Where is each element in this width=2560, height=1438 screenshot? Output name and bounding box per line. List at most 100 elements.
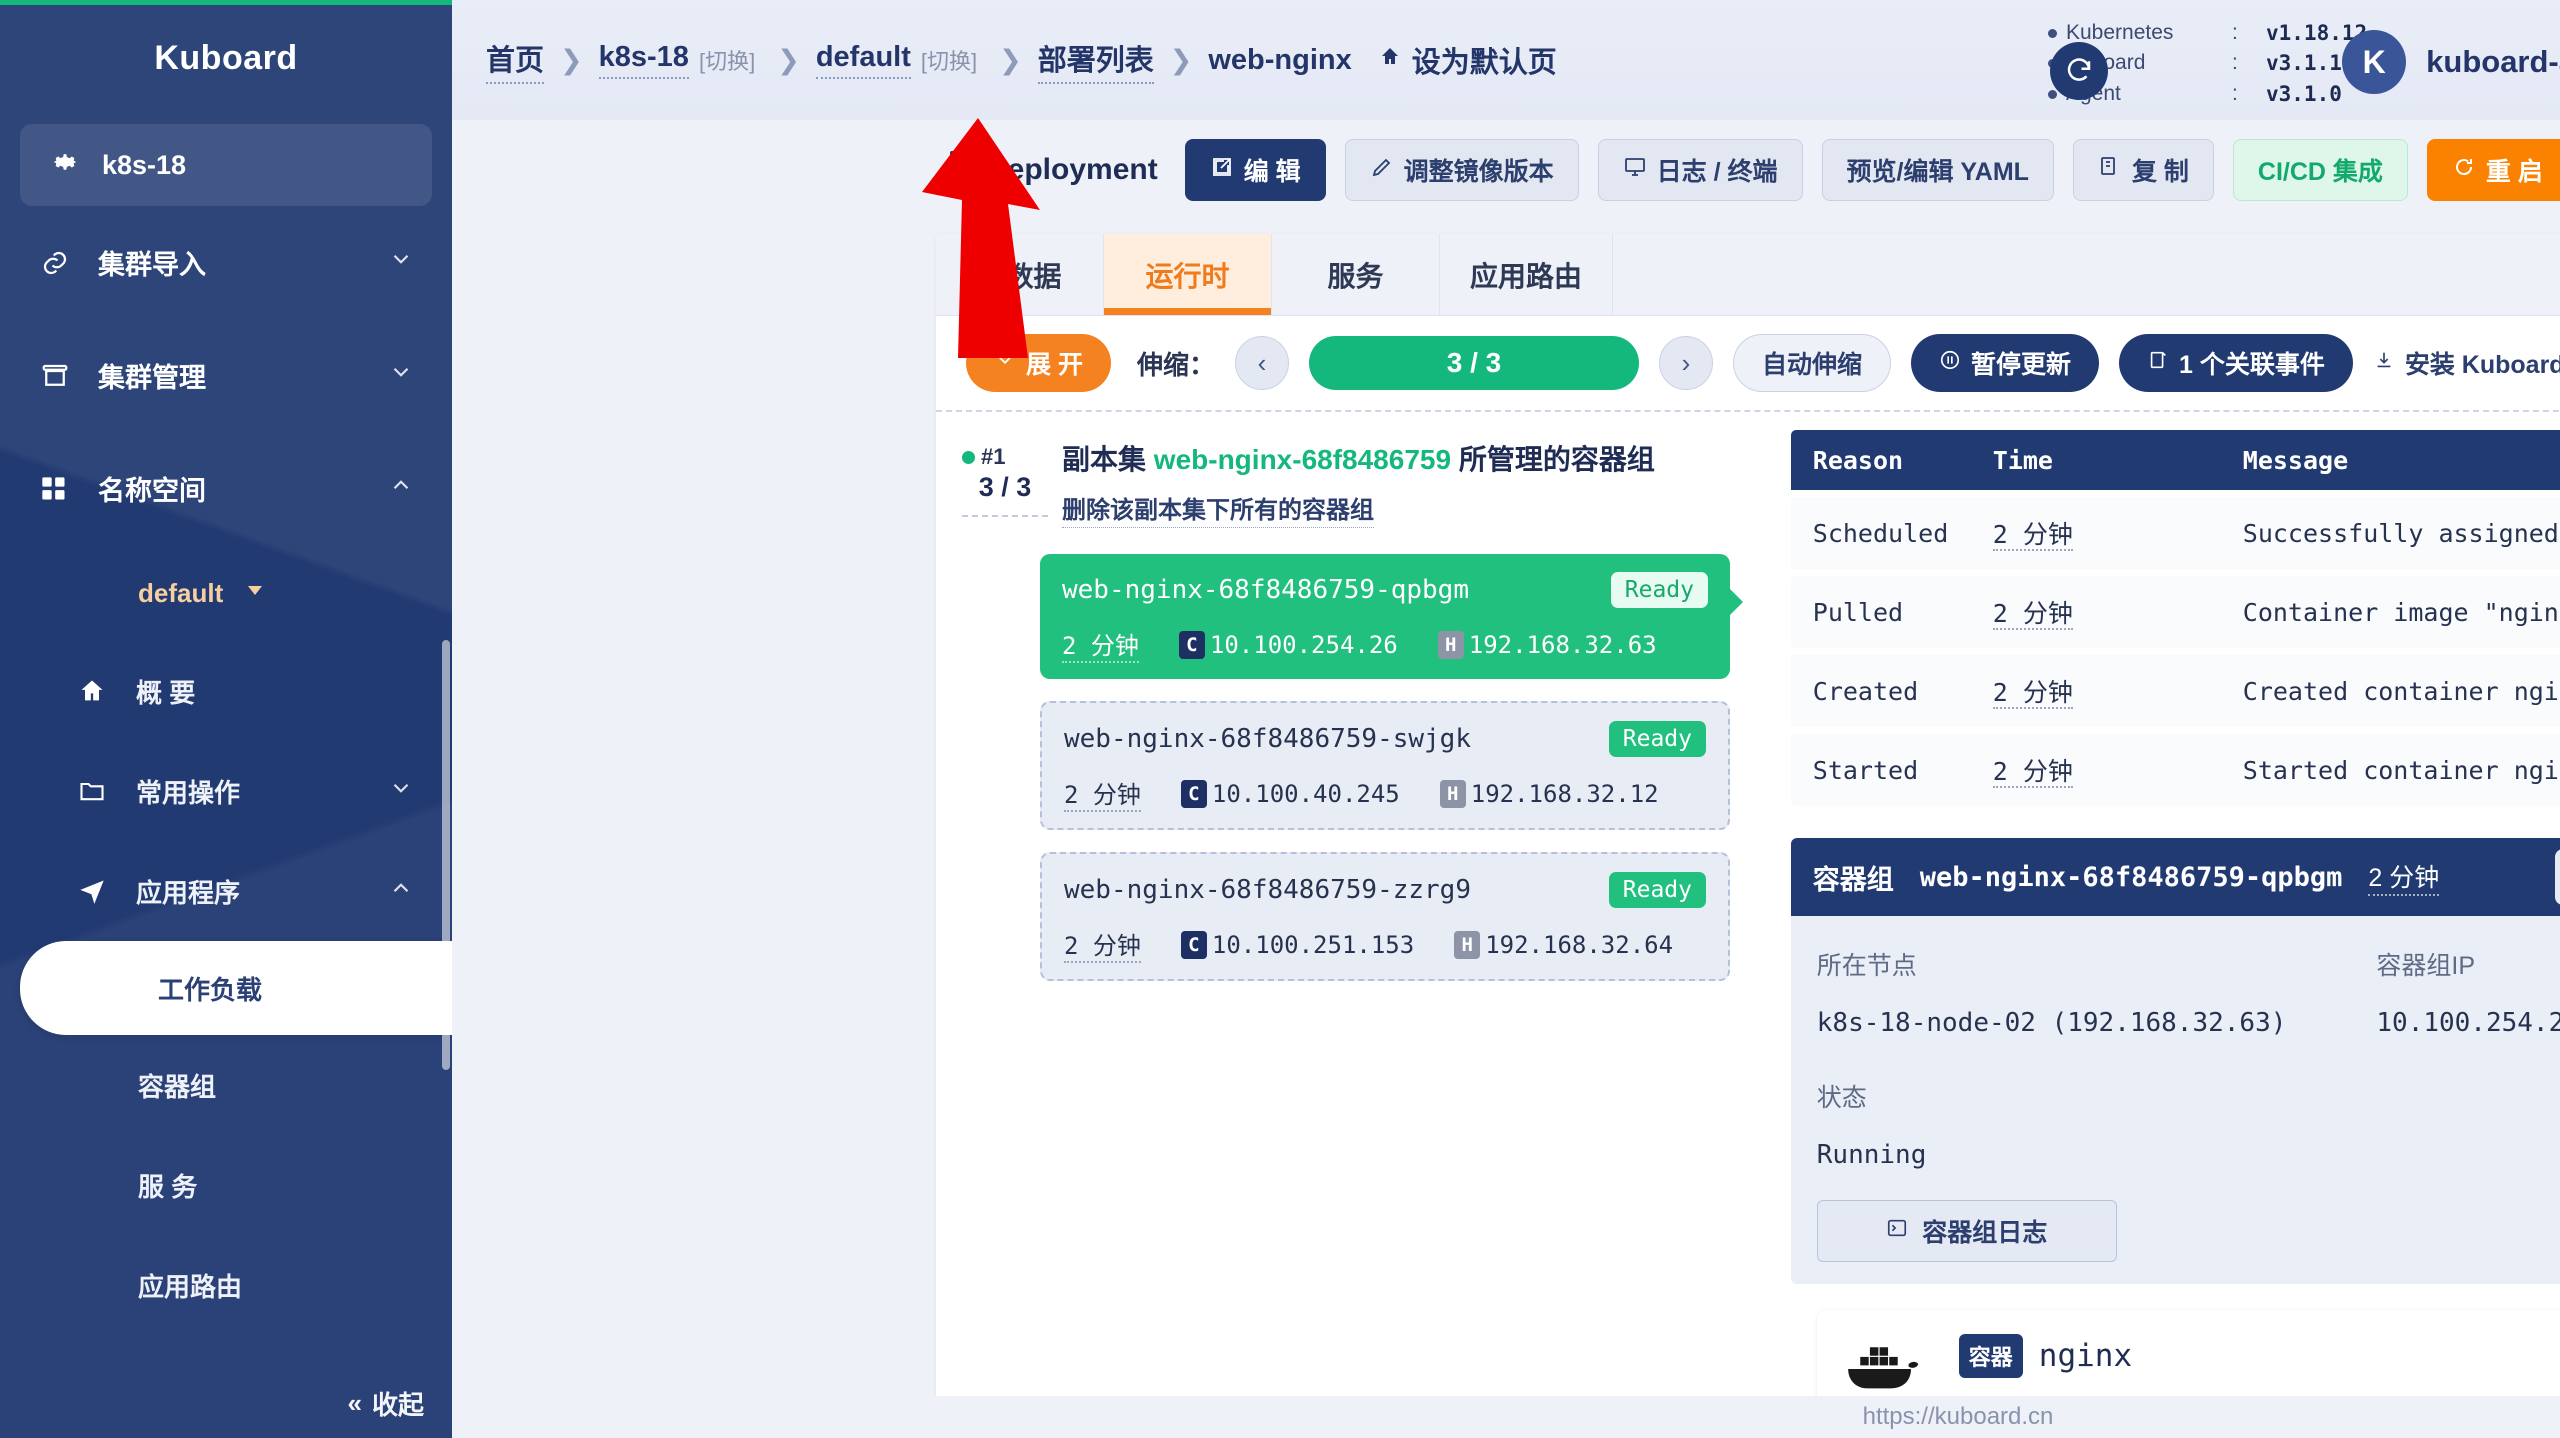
sidebar-item-workloads[interactable]: 工作负载 <box>20 941 452 1035</box>
monitor-icon <box>1623 155 1647 186</box>
refresh-button[interactable] <box>2050 42 2108 100</box>
tab-ingress[interactable]: 应用路由 <box>1440 234 1614 315</box>
sidebar-namespace-selector[interactable]: default <box>0 545 452 641</box>
host-ip: 192.168.32.12 <box>1470 779 1659 808</box>
sidebar-collapse-label: 收起 <box>371 1390 424 1420</box>
user-menu[interactable]: K kuboard-admin ▼ <box>2342 30 2560 94</box>
pod-name: web-nginx-68f8486759-qpbgm <box>1062 575 1469 605</box>
tab-bar: 元数据 运行时 服务 应用路由 <box>936 234 2560 316</box>
replicaset-index-row: #1 <box>962 444 1048 470</box>
host-ip-icon: H <box>1454 930 1481 959</box>
adjust-image-version-button[interactable]: 调整镜像版本 <box>1344 139 1579 201</box>
pod-detail-name: web-nginx-68f8486759-qpbgm <box>1919 861 2343 893</box>
delete-all-pods-link[interactable]: 删除该副本集下所有的容器组 <box>1062 490 1374 528</box>
sidebar-item-pods[interactable]: 容器组 <box>0 1035 452 1135</box>
pod-logs-button[interactable]: 容器组日志 <box>1816 1200 2117 1262</box>
autoscale-button[interactable]: 自动伸缩 <box>1732 334 1891 392</box>
grid-icon <box>40 475 84 503</box>
main-area: 首页 ❯ k8s-18 [切换] ❯ default [切换] ❯ 部署列表 ❯… <box>452 0 2560 1438</box>
tab-metadata[interactable]: 元数据 <box>936 234 1104 315</box>
host-ip: 192.168.32.63 <box>1468 630 1657 659</box>
breadcrumb-deployment-list[interactable]: 部署列表 <box>1037 37 1154 84</box>
edit-button[interactable]: 编 辑 <box>1184 139 1326 201</box>
event-time: 2 分钟 <box>1992 678 2073 709</box>
pod-card[interactable]: web-nginx-68f8486759-zzrg9 Ready 2 分钟 C … <box>1040 852 1730 981</box>
container-row: 0 容器 nginx running <box>1843 1334 2560 1398</box>
sidebar-scrollbar[interactable] <box>442 640 450 1070</box>
replicaset-gutter: #1 3 / 3 <box>962 438 1048 528</box>
sidebar-item-label: 应用路由 <box>138 1271 243 1302</box>
restart-button[interactable]: 重 启 <box>2426 139 2560 201</box>
sidebar-item-ingress[interactable]: 应用路由 <box>0 1235 452 1335</box>
sidebar-item-applications[interactable]: 应用程序 <box>0 841 452 941</box>
copy-button-label: 复 制 <box>2131 158 2189 186</box>
set-default-page-button[interactable]: 设为默认页 <box>1378 39 1557 81</box>
preview-edit-yaml-button[interactable]: 预览/编辑 YAML <box>1821 139 2054 201</box>
chevron-down-icon <box>388 775 414 808</box>
event-time-cell: 2 分钟 <box>1992 594 2243 630</box>
sidebar: Kuboard k8s-18 集群导入 集群管理 名称空间 default 概 … <box>0 0 452 1438</box>
install-kuboard-suite-label: 安装 Kuboard 套件 <box>2404 351 2560 379</box>
sidebar-current-cluster[interactable]: k8s-18 <box>20 124 432 206</box>
sidebar-item-common-ops[interactable]: 常用操作 <box>0 741 452 841</box>
sidebar-collapse-button[interactable]: « 收起 <box>348 1385 424 1422</box>
pod-card-meta: 2 分钟 C 10.100.254.26 H 192.168.32.63 <box>1062 626 1708 663</box>
expand-button[interactable]: 展 开 <box>966 334 1111 392</box>
version-colon: : <box>2232 51 2238 75</box>
table-row[interactable]: Scheduled 2 分钟 Successfully assigned def… <box>1790 497 2560 569</box>
event-reason: Started <box>1812 755 1919 785</box>
events-table-header: Reason Time Message <box>1790 430 2560 490</box>
tab-label: 应用路由 <box>1470 260 1583 292</box>
copy-button[interactable]: 复 制 <box>2072 139 2214 201</box>
breadcrumb-cluster[interactable]: k8s-18 <box>598 41 689 79</box>
pod-status-block: 状态 Running <box>1817 1078 2560 1170</box>
status-badge: Ready <box>1608 721 1706 757</box>
table-row[interactable]: Created 2 分钟 Created container nginx ✕ <box>1790 655 2560 727</box>
pod-card[interactable]: web-nginx-68f8486759-qpbgm Ready 2 分钟 C … <box>1040 554 1743 679</box>
chevron-up-icon <box>388 472 414 505</box>
breadcrumb-namespace[interactable]: default <box>815 41 911 79</box>
host-ip-icon: H <box>1437 630 1464 659</box>
event-time: 2 分钟 <box>1992 599 2073 630</box>
tab-runtime[interactable]: 运行时 <box>1104 234 1272 315</box>
sidebar-item-cluster-manage[interactable]: 集群管理 <box>0 319 452 432</box>
pod-detail-grid: 所在节点 k8s-18-node-02 (192.168.32.63) 容器组I… <box>1817 946 2560 1038</box>
sidebar-item-namespace[interactable]: 名称空间 <box>0 432 452 545</box>
archive-icon <box>40 361 84 391</box>
event-time: 2 分钟 <box>1992 520 2073 551</box>
breadcrumb-home[interactable]: 首页 <box>486 37 545 84</box>
pod-card-top: web-nginx-68f8486759-qpbgm Ready <box>1062 572 1708 608</box>
breadcrumb-namespace-switch[interactable]: [切换] <box>921 44 977 76</box>
chevron-left-icon: ‹ <box>1257 347 1267 378</box>
cicd-integration-button[interactable]: CI/CD 集成 <box>2232 139 2408 201</box>
home-icon <box>1378 44 1402 77</box>
node-value: k8s-18-node-02 (192.168.32.63) <box>1816 1008 2287 1038</box>
sidebar-item-services[interactable]: 服 务 <box>0 1135 452 1235</box>
replicaset-name: web-nginx-68f8486759 <box>1153 444 1452 475</box>
table-row[interactable]: Pulled 2 分钟 Container image "nginx:1.7.9… <box>1790 576 2560 648</box>
scale-down-button[interactable]: ‹ <box>1234 336 1289 390</box>
replica-progress-bar: 3 / 3 <box>1308 336 1639 390</box>
event-message: Started container nginx <box>2242 755 2560 785</box>
replicaset-title: 副本集 web-nginx-68f8486759 所管理的容器组 <box>1062 438 1655 478</box>
pod-ip-chip: C 10.100.251.153 <box>1180 930 1414 959</box>
scale-up-button[interactable]: › <box>1658 336 1713 390</box>
edit-button-label: 编 辑 <box>1243 158 1301 186</box>
pause-icon <box>1939 349 1961 378</box>
sidebar-item-overview[interactable]: 概 要 <box>0 641 452 741</box>
top-accent-bar <box>0 0 452 5</box>
event-time: 2 分钟 <box>1992 757 2073 788</box>
related-events-button[interactable]: 1 个关联事件 <box>2119 334 2353 392</box>
tab-services[interactable]: 服务 <box>1272 234 1440 315</box>
install-kuboard-suite-button[interactable]: 安装 Kuboard 套件 <box>2373 345 2560 381</box>
column-header-message: Message <box>2242 445 2349 475</box>
sidebar-namespace-label: default <box>138 577 224 608</box>
container-type-tag: 容器 <box>1958 1334 2023 1378</box>
breadcrumb-cluster-switch[interactable]: [切换] <box>699 44 755 76</box>
sidebar-item-cluster-import[interactable]: 集群导入 <box>0 206 452 319</box>
sidebar-item-label: 容器组 <box>138 1071 217 1102</box>
pause-update-button[interactable]: 暂停更新 <box>1910 334 2099 392</box>
logs-terminal-button[interactable]: 日志 / 终端 <box>1597 139 1803 201</box>
pod-card[interactable]: web-nginx-68f8486759-swjgk Ready 2 分钟 C … <box>1040 701 1730 830</box>
table-row[interactable]: Started 2 分钟 Started container nginx ✕ <box>1790 734 2560 806</box>
